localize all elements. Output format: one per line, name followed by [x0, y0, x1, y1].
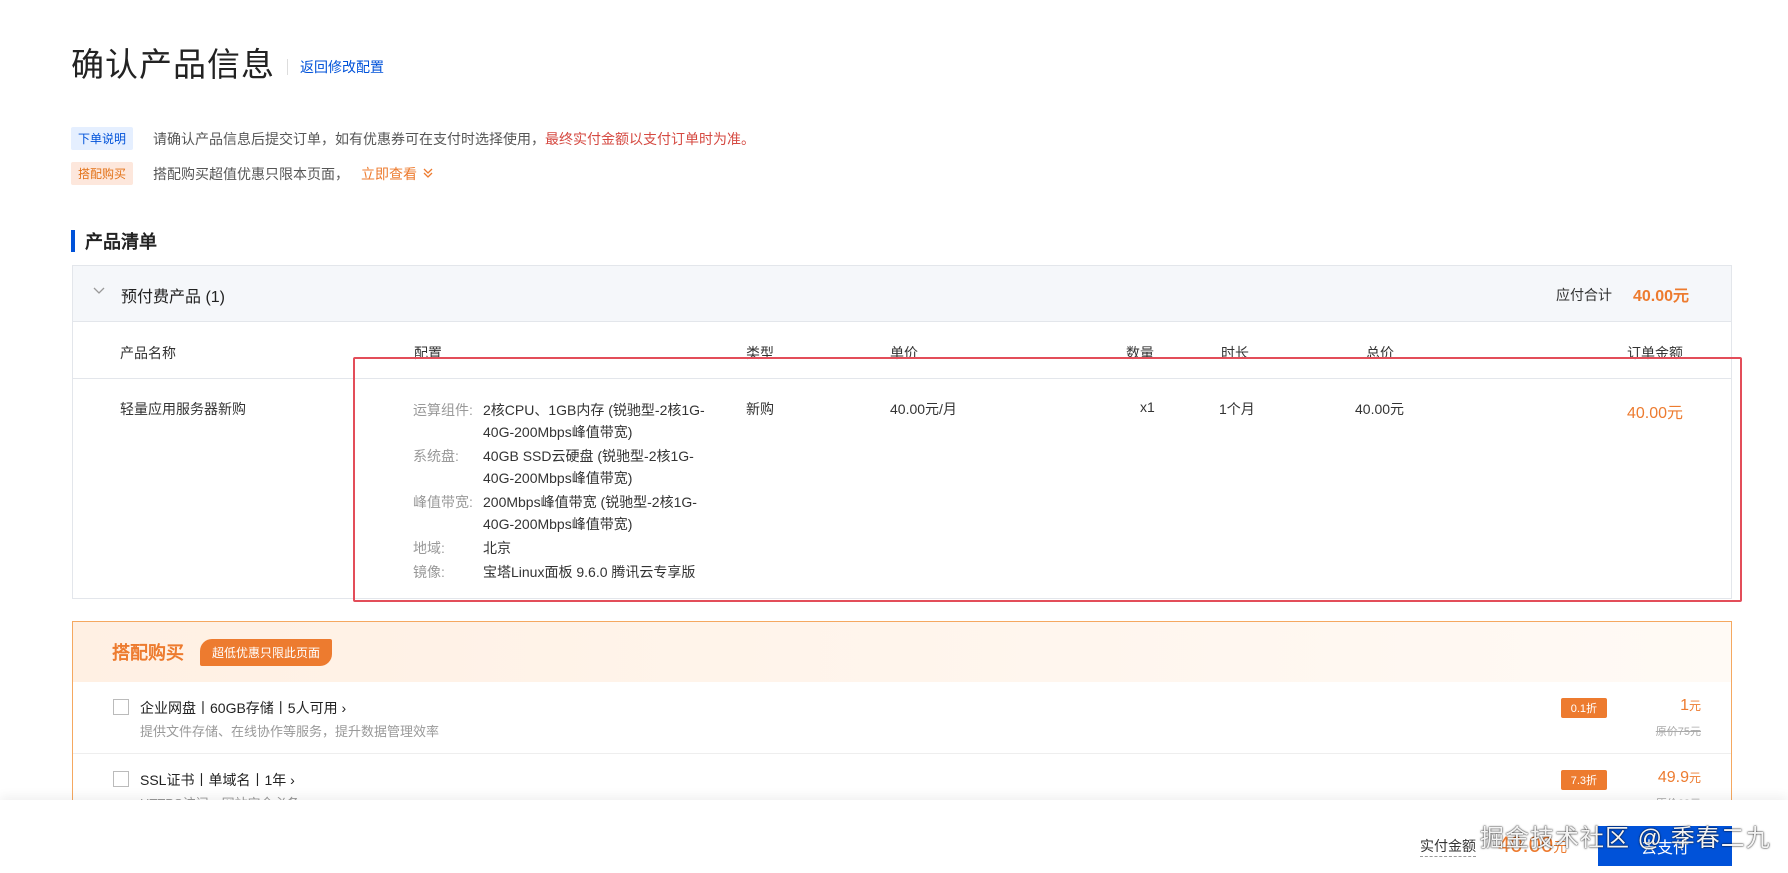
- view-combo-link[interactable]: 立即查看: [361, 164, 433, 184]
- order-notice-warning: 最终实付金额以支付订单时为准。: [545, 130, 756, 147]
- combo-item: 企业网盘丨60GB存储丨5人可用 › 提供文件存储、在线协作等服务，提升数据管理…: [73, 682, 1731, 754]
- combo-header: 搭配购买 超低优惠只限此页面: [73, 622, 1731, 682]
- combo-item-name[interactable]: 企业网盘丨60GB存储丨5人可用 ›: [140, 698, 346, 718]
- watermark: 掘金技术社区 @ 季春二九: [1480, 825, 1771, 852]
- annotation-highlight-box: [353, 357, 1742, 602]
- combo-item-price: 1元: [1680, 697, 1701, 714]
- combo-item-checkbox[interactable]: [113, 699, 129, 715]
- chevron-right-icon: ›: [341, 700, 347, 716]
- order-notice: 下单说明 请确认产品信息后提交订单，如有优惠券可在支付时选择使用， 最终实付金额…: [71, 127, 755, 150]
- order-notice-tag: 下单说明: [71, 127, 134, 150]
- group-total-label: 应付合计: [1556, 287, 1612, 303]
- combo-notice: 搭配购买 搭配购买超值优惠只限本页面， 立即查看: [71, 162, 433, 185]
- discount-badge: 7.3折: [1560, 770, 1607, 790]
- actual-payment-label[interactable]: 实付金额: [1420, 836, 1476, 857]
- combo-title: 搭配购买: [112, 643, 184, 663]
- combo-item-name[interactable]: SSL证书丨单域名丨1年 ›: [140, 770, 295, 790]
- group-name: 预付费产品 (1): [121, 289, 226, 306]
- combo-item-checkbox[interactable]: [113, 771, 129, 787]
- double-chevron-down-icon: [423, 167, 433, 181]
- page-header: 确认产品信息 返回修改配置: [71, 38, 384, 86]
- combo-notice-tag: 搭配购买: [71, 162, 134, 185]
- header-divider: [287, 59, 288, 75]
- page-title: 确认产品信息: [71, 46, 275, 83]
- product-name: 轻量应用服务器新购: [120, 401, 246, 417]
- order-notice-text: 请确认产品信息后提交订单，如有优惠券可在支付时选择使用，: [153, 130, 546, 147]
- group-header[interactable]: 预付费产品 (1) 应付合计 40.00元: [73, 266, 1731, 322]
- combo-item-price: 49.9元: [1657, 769, 1701, 786]
- discount-badge: 0.1折: [1560, 698, 1607, 718]
- back-to-config-link[interactable]: 返回修改配置: [300, 57, 384, 77]
- combo-badge: 超低优惠只限此页面: [200, 639, 333, 666]
- section-title: 产品清单: [85, 232, 157, 252]
- section-accent-bar: [71, 230, 75, 252]
- combo-item-desc: 提供文件存储、在线协作等服务，提升数据管理效率: [140, 724, 440, 739]
- view-combo-label: 立即查看: [361, 165, 418, 182]
- chevron-right-icon: ›: [290, 772, 295, 788]
- combo-notice-text: 搭配购买超值优惠只限本页面，: [153, 165, 350, 182]
- chevron-down-icon[interactable]: [93, 284, 105, 298]
- combo-item-original-price: 原价75元: [1655, 726, 1701, 738]
- product-list-heading: 产品清单: [71, 228, 157, 254]
- group-total-value: 40.00元: [1632, 288, 1689, 305]
- column-header: 产品名称: [120, 345, 176, 361]
